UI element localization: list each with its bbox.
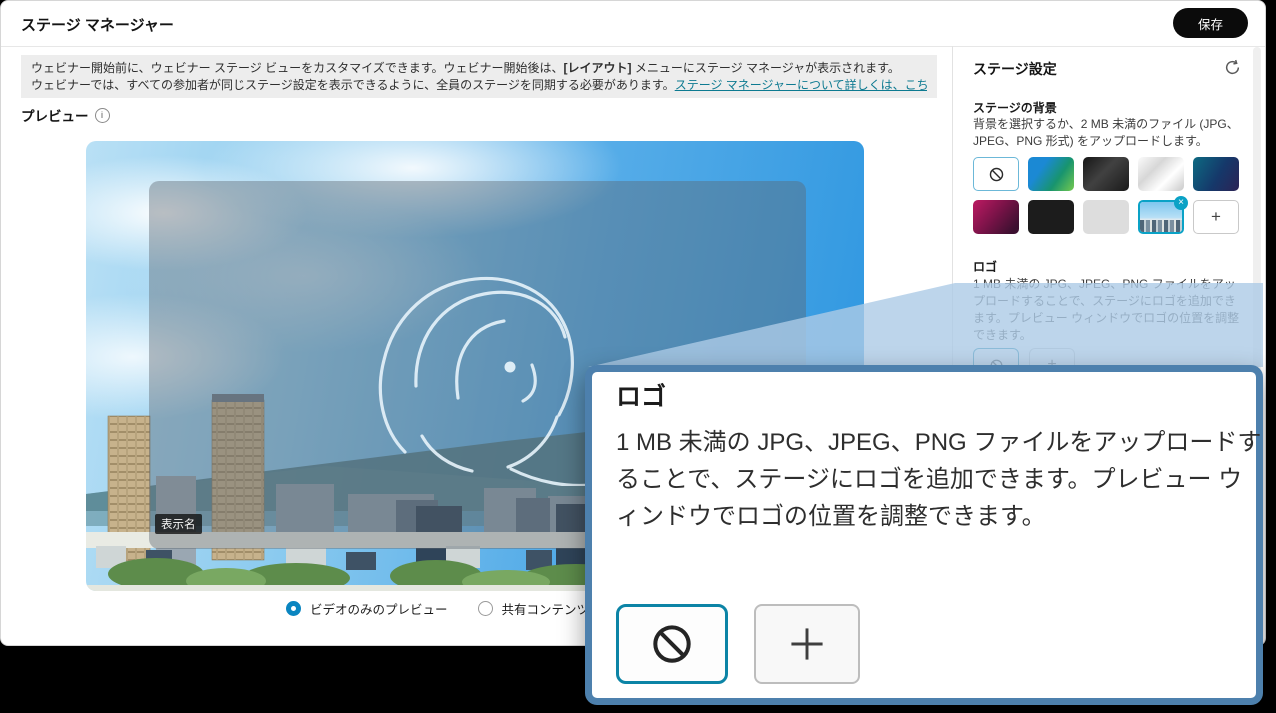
background-thumbnail-row-2: × + (973, 200, 1239, 234)
background-thumbnail-silver-wave[interactable] (1138, 157, 1184, 191)
background-thumbnail-black[interactable] (1028, 200, 1074, 234)
radio-selected-icon[interactable] (286, 601, 301, 616)
display-name-badge: 表示名 (155, 514, 202, 534)
layout-menu-emphasis: [レイアウト] (564, 61, 632, 75)
remove-background-badge[interactable]: × (1174, 196, 1188, 210)
preview-heading: プレビュー i (21, 105, 110, 125)
radio-video-only-label: ビデオのみのプレビュー (310, 599, 448, 618)
popup-logo-none-button[interactable] (616, 604, 728, 684)
magnifier-popup: ロゴ 1 MB 未満の JPG、JPEG、PNG ファイルをアップロードすること… (585, 365, 1263, 705)
sidebar-title: ステージ設定 (973, 59, 1057, 79)
background-thumbnail-dark-wave[interactable] (1083, 157, 1129, 191)
radio-unselected-icon[interactable] (478, 601, 493, 616)
background-thumbnail-none[interactable] (973, 157, 1019, 191)
popup-logo-heading: ロゴ (616, 377, 666, 413)
background-thumbnail-magenta[interactable] (973, 200, 1019, 234)
background-thumbnail-navy-purple[interactable] (1193, 157, 1239, 191)
info-icon[interactable]: i (95, 108, 110, 123)
add-icon: + (1211, 207, 1221, 227)
info-banner: ウェビナー開始前に、ウェビナー ステージ ビューをカスタマイズできます。ウェビナ… (21, 55, 937, 98)
radio-video-only[interactable]: ビデオのみのプレビュー (286, 599, 448, 618)
face-outline-illustration (361, 236, 591, 486)
background-upload-button[interactable]: + (1193, 200, 1239, 234)
no-background-icon (988, 166, 1005, 183)
stage-background-heading: ステージの背景 (973, 99, 1057, 116)
logo-heading: ロゴ (973, 258, 997, 275)
popup-logo-upload-button[interactable] (754, 604, 860, 684)
background-thumbnail-light-gray[interactable] (1083, 200, 1129, 234)
background-thumbnail-city-selected[interactable]: × (1138, 200, 1184, 234)
logo-description: 1 MB 未満の JPG、JPEG、PNG ファイルをアップロードすることで、ス… (973, 276, 1247, 344)
background-thumbnail-blue-green[interactable] (1028, 157, 1074, 191)
stage-manager-help-link[interactable]: ステージ マネージャーについて詳しくは、こちらをご覧ください。 (675, 78, 927, 92)
banner-line1: ウェビナー開始前に、ウェビナー ステージ ビューをカスタマイズできます。ウェビナ… (31, 60, 927, 77)
popup-logo-description: 1 MB 未満の JPG、JPEG、PNG ファイルをアップロードすることで、ス… (616, 424, 1266, 535)
banner-line2: ウェビナーでは、すべての参加者が同じステージ設定を表示できるように、全員のステー… (31, 77, 927, 94)
header-bar: ステージ マネージャー 保存 (1, 1, 1265, 47)
add-icon (785, 622, 829, 666)
preview-mode-radio-group: ビデオのみのプレビュー 共有コンテンツのプ (286, 599, 614, 618)
background-thumbnail-row-1 (973, 157, 1239, 191)
stage-background-description: 背景を選択するか、2 MB 未満のファイル (JPG、JPEG、PNG 形式) … (973, 116, 1245, 150)
refresh-icon[interactable] (1224, 59, 1241, 76)
page-title: ステージ マネージャー (21, 14, 174, 35)
no-logo-icon (649, 621, 695, 667)
popup-button-row (616, 604, 860, 684)
save-button[interactable]: 保存 (1173, 8, 1248, 38)
